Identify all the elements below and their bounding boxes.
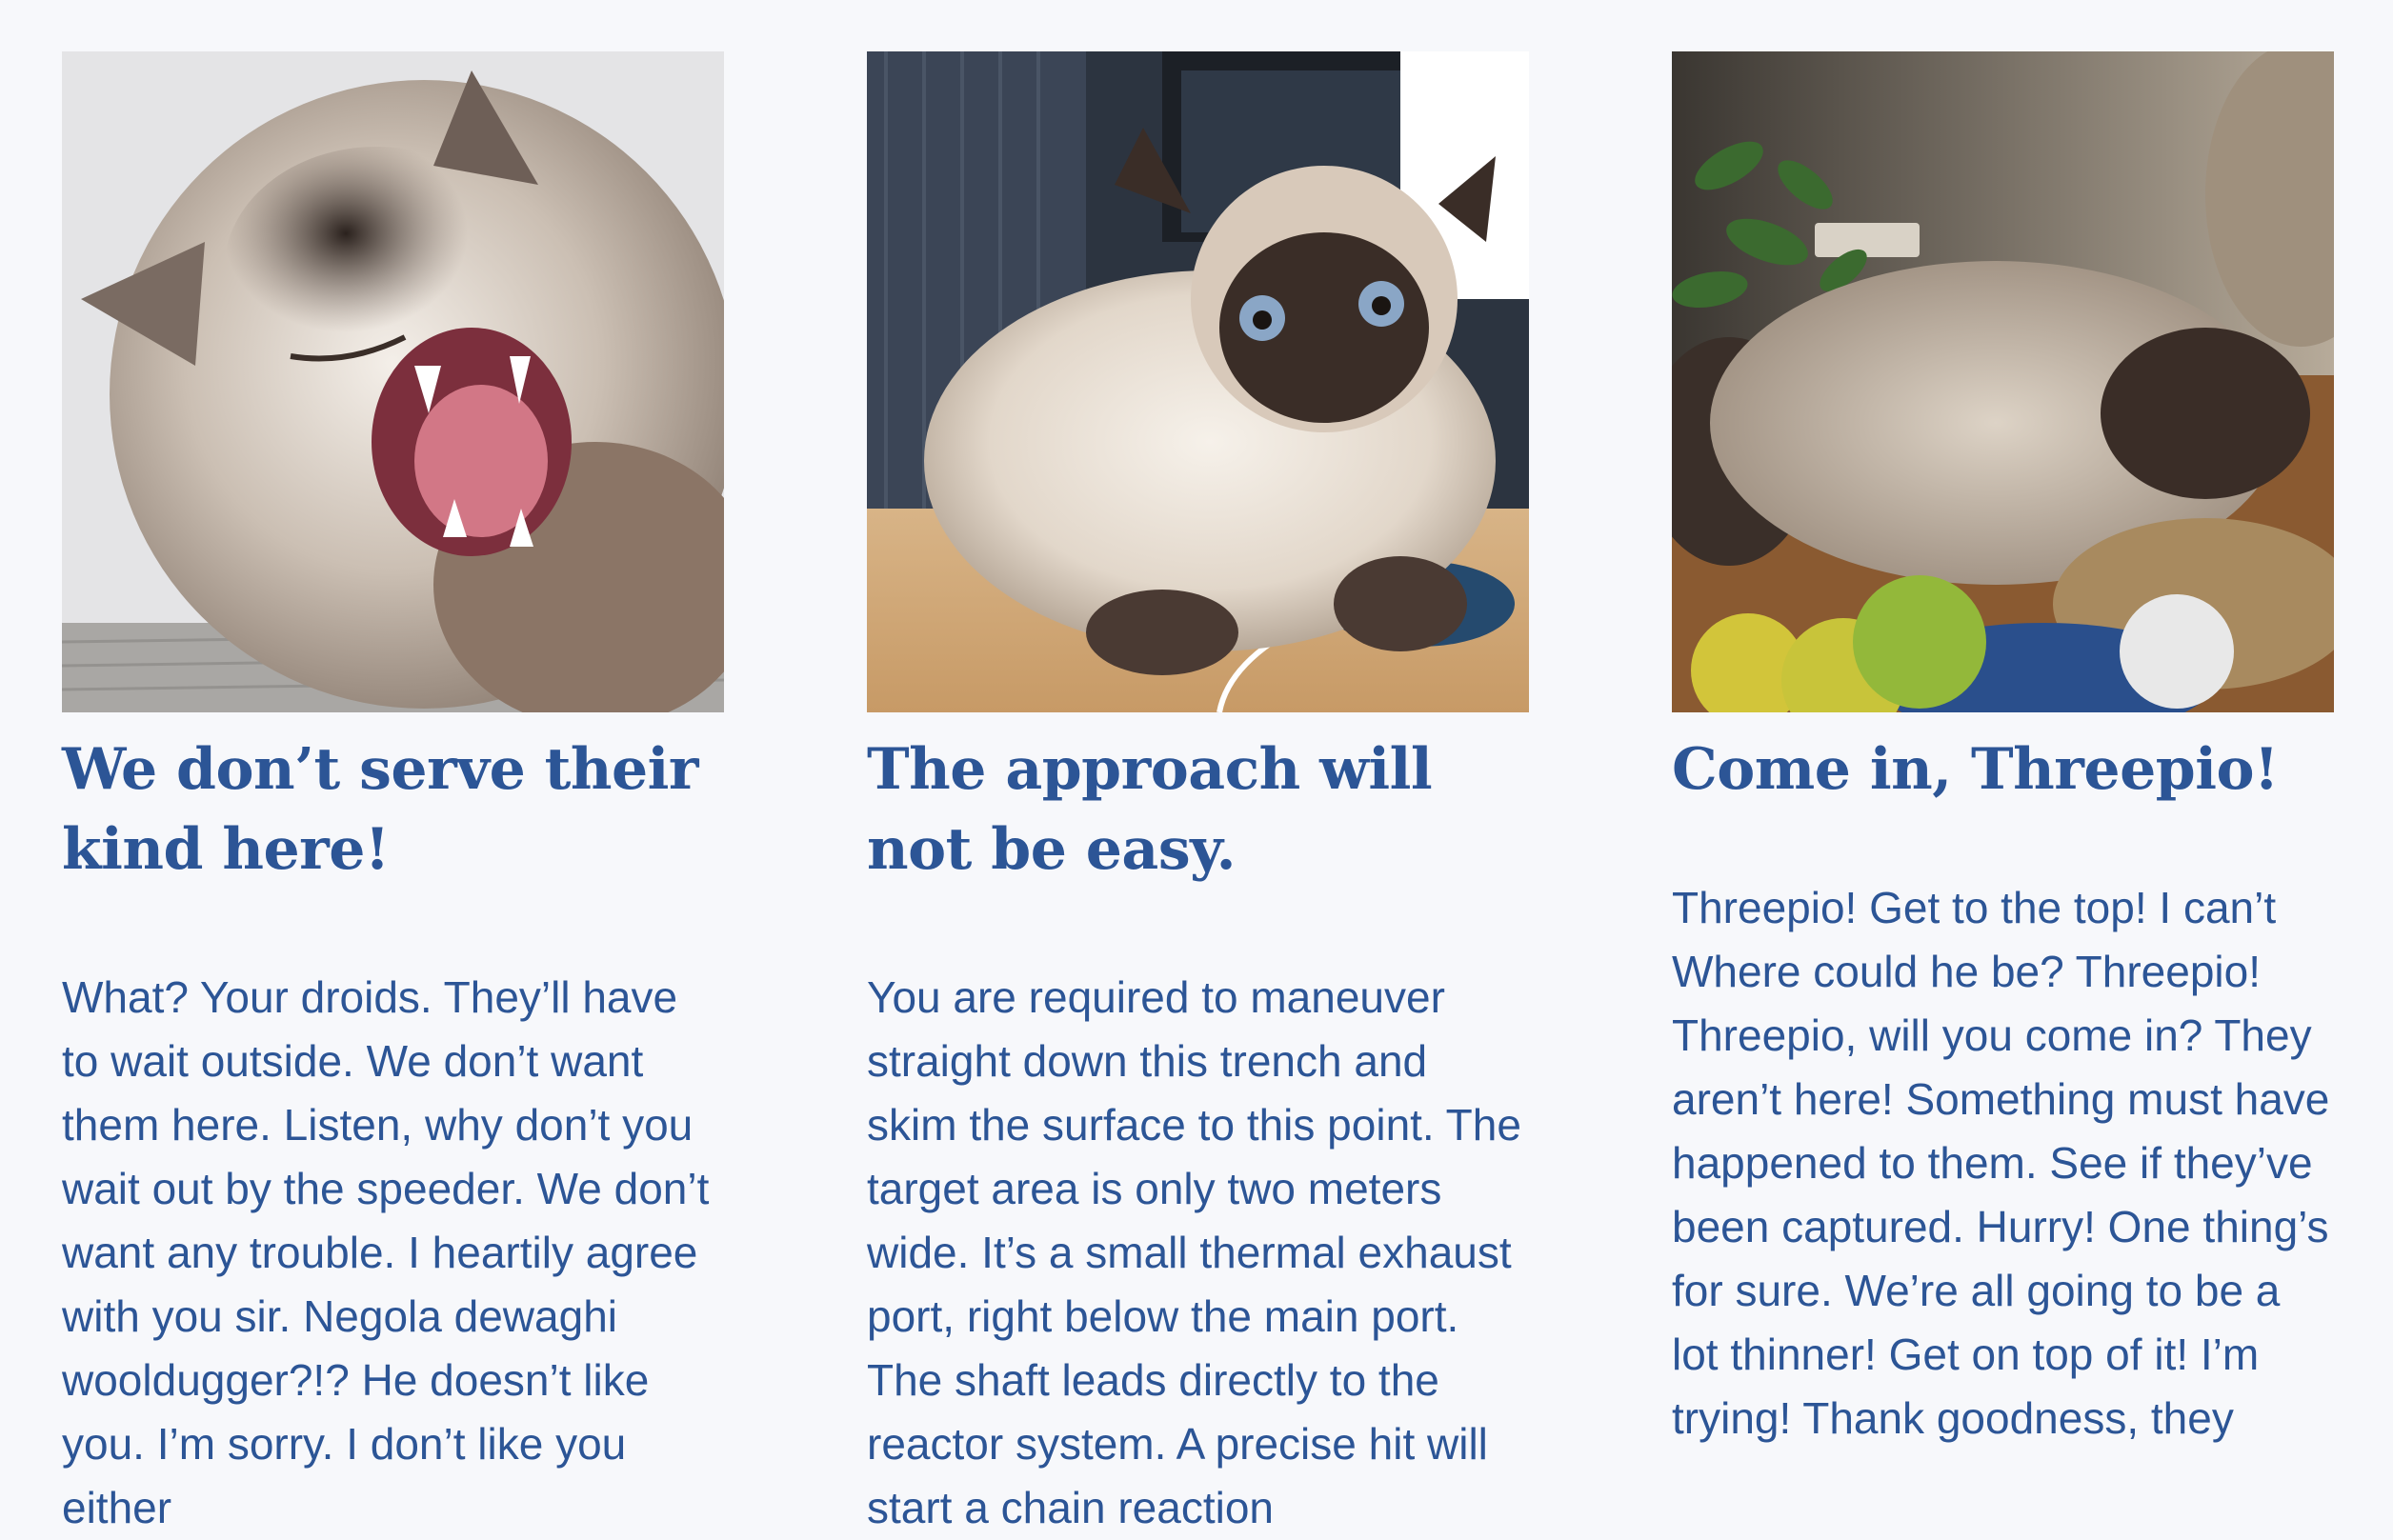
cat-yawning-image [62,51,724,712]
card-2-photo[interactable] [867,51,1529,712]
card-1[interactable]: We don’t serve their kind here! What? Yo… [62,51,724,1540]
card-2-title[interactable]: The approach will not be easy. [867,730,1529,890]
card-1-title[interactable]: We don’t serve their kind here! [62,730,724,890]
card-3-title[interactable]: Come in, Threepio! [1672,730,2334,810]
card-grid: We don’t serve their kind here! What? Yo… [62,51,2334,1540]
cat-lying-on-table-image [1672,51,2334,712]
card-2-body: You are required to maneuver straight do… [867,972,1521,1532]
card-1-body: What? Your droids. They’ll have to wait … [62,972,710,1532]
cat-on-desk-image [867,51,1529,712]
card-2[interactable]: The approach will not be easy. You are r… [867,51,1529,1540]
card-3[interactable]: Come in, Threepio! Threepio! Get to the … [1672,51,2334,1540]
card-3-body: Threepio! Get to the top! I can’t Where … [1672,883,2330,1443]
card-3-photo[interactable] [1672,51,2334,712]
card-1-photo[interactable] [62,51,724,712]
